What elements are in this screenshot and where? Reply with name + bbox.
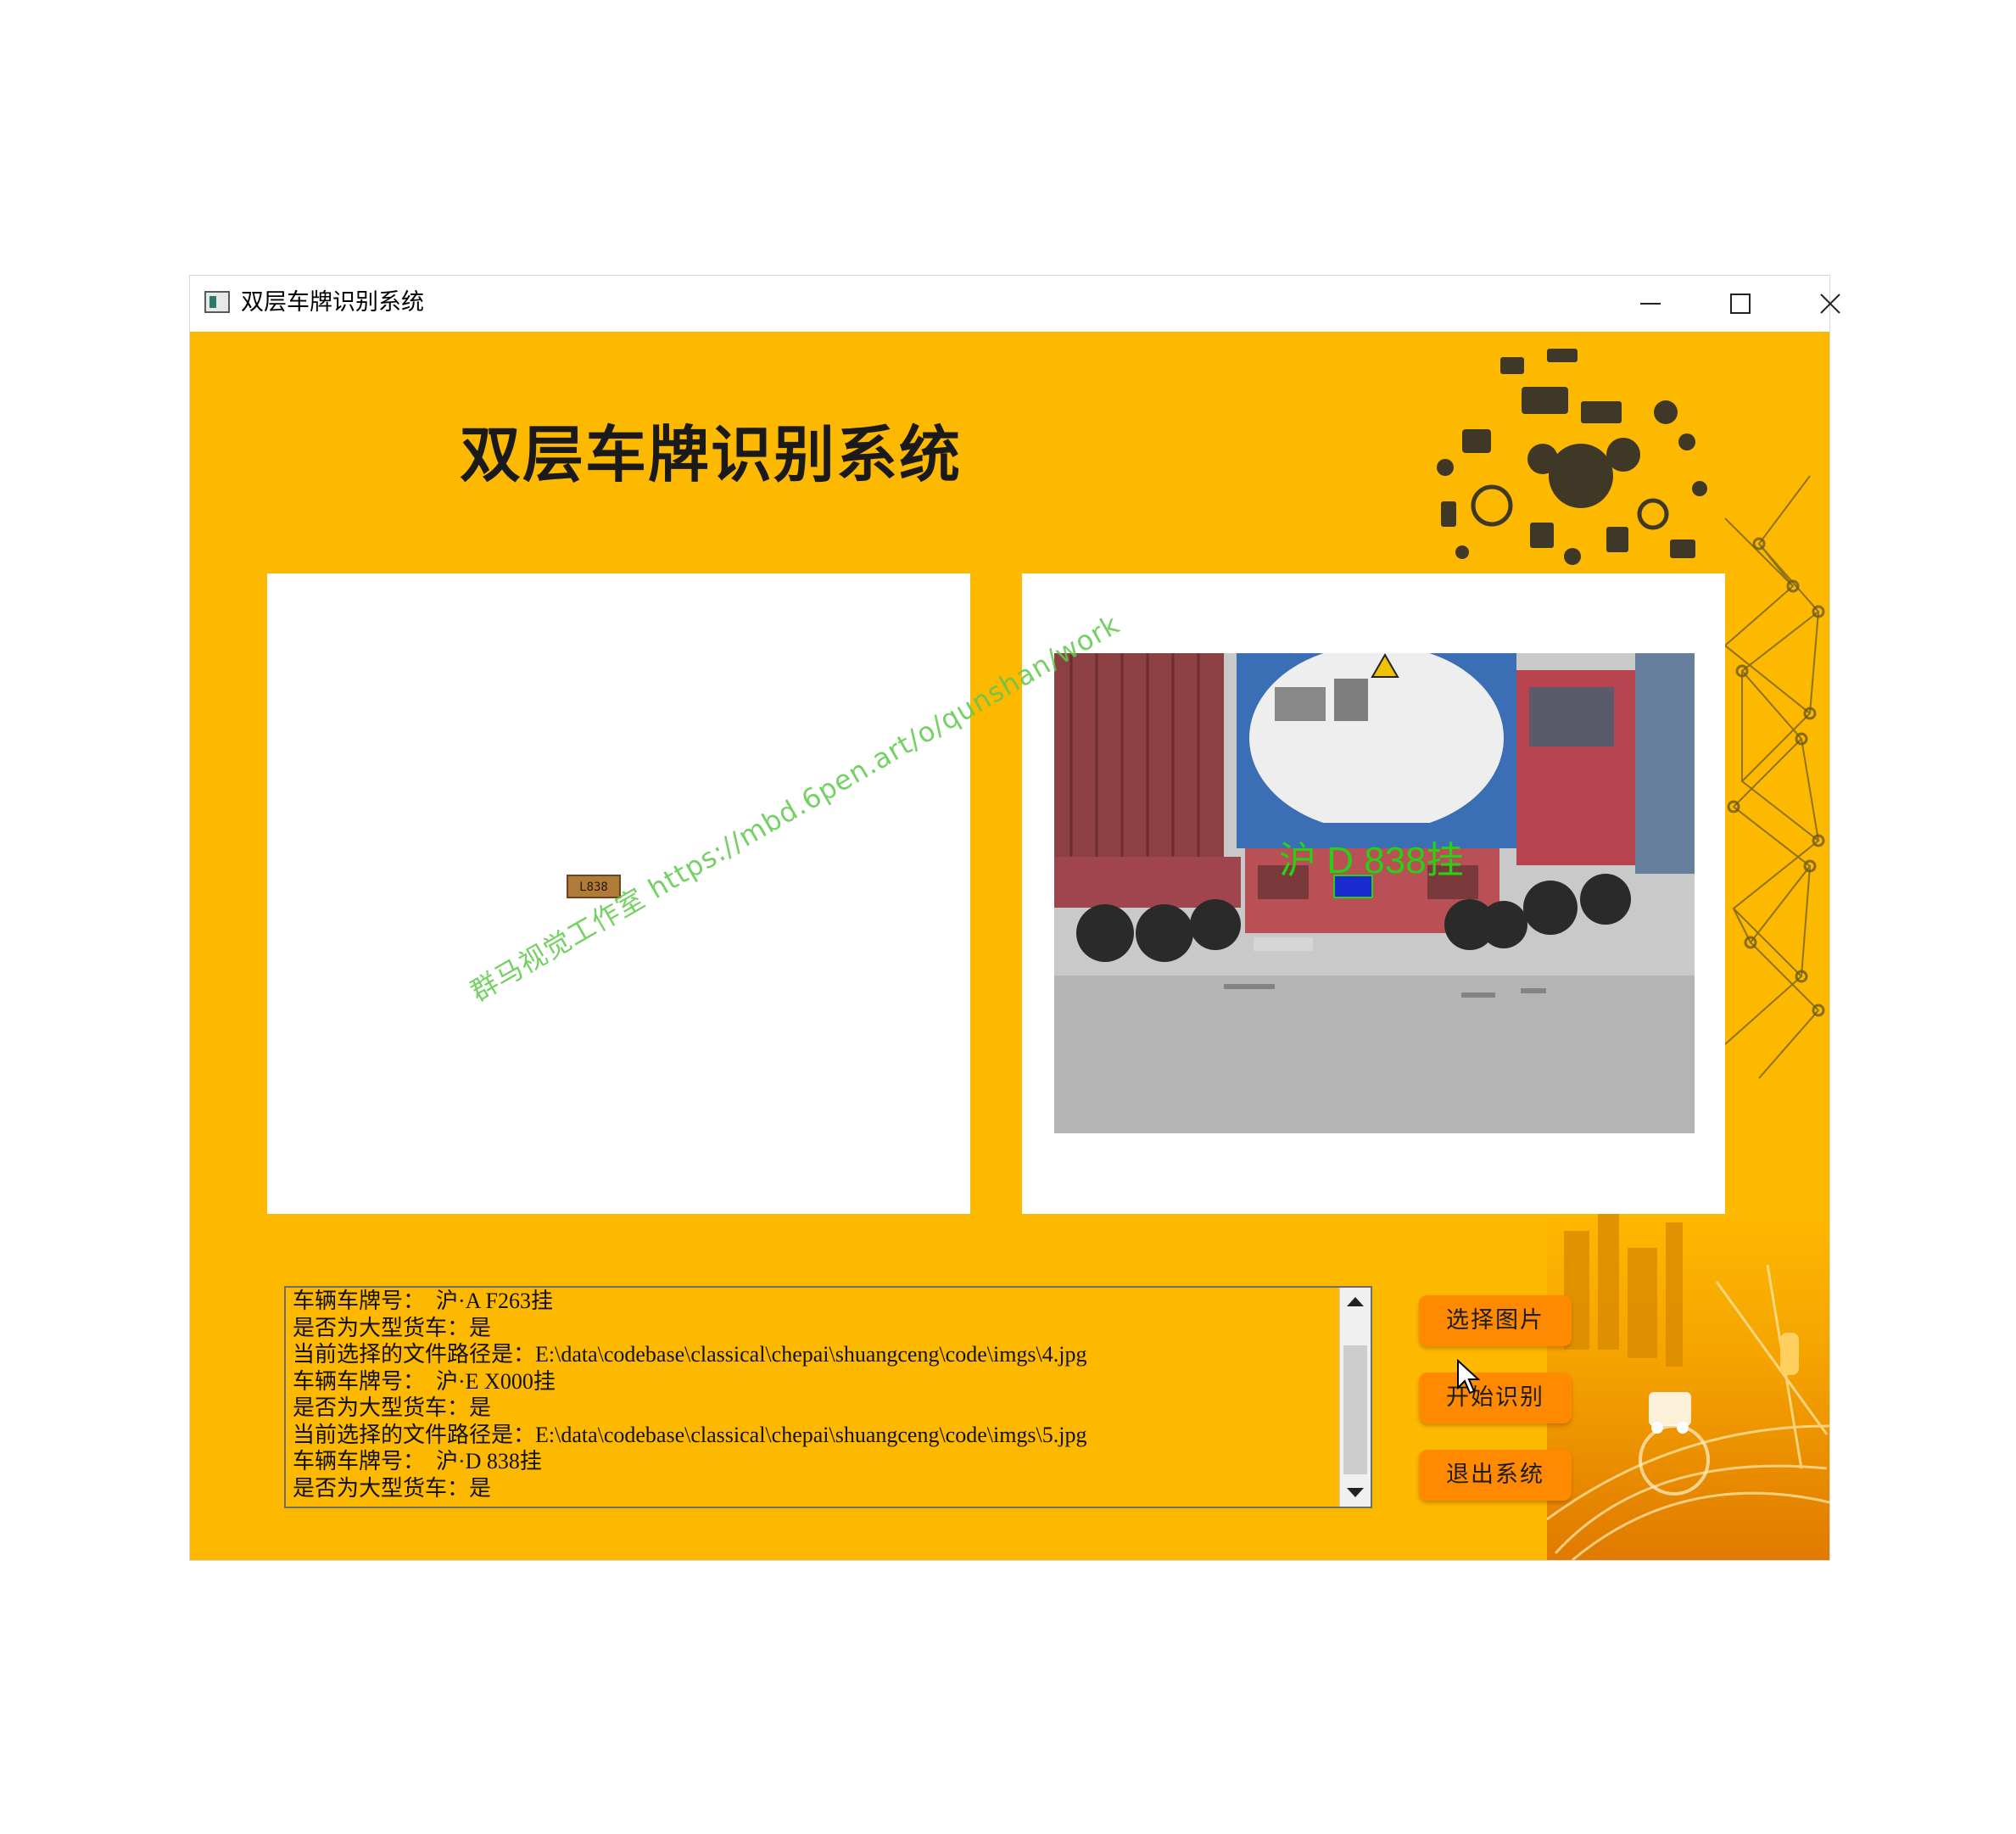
log-line: 是否为大型货车：是: [293, 1395, 492, 1420]
mouse-cursor-icon: [1457, 1359, 1480, 1395]
log-scrollbar[interactable]: [1339, 1288, 1371, 1507]
window-title: 双层车牌识别系统: [241, 289, 424, 316]
minimize-icon: [1640, 303, 1661, 305]
log-line: 当前选择的文件路径是：E:\data\codebase\classical\ch…: [293, 1422, 1087, 1447]
close-button[interactable]: [1785, 276, 1875, 332]
exit-system-button[interactable]: 退出系统: [1419, 1450, 1572, 1501]
log-textarea[interactable]: 车辆车牌号： 沪·A F263挂 是否为大型货车：是 当前选择的文件路径是：E:\d…: [284, 1286, 1372, 1508]
scroll-thumb[interactable]: [1343, 1345, 1367, 1474]
network-decoration: [1723, 475, 1825, 1079]
maximize-icon: [1730, 294, 1751, 314]
main-area: 双层车牌识别系统 L838 沪 D 838挂 车辆车牌号： 沪·A F263挂 …: [190, 332, 1829, 1560]
log-line: 车辆车牌号： 沪·E X000挂: [293, 1368, 556, 1394]
truck-photo: 沪 D 838挂: [1054, 653, 1695, 1133]
log-line: 车辆车牌号： 沪·D 838挂: [293, 1449, 542, 1473]
recognized-plate-overlay: 沪 D 838挂: [1279, 840, 1464, 881]
log-line: 当前选择的文件路径是：E:\data\codebase\classical\ch…: [293, 1342, 1087, 1367]
page-title: 双层车牌识别系统: [460, 419, 963, 490]
log-line: 是否为大型货车：是: [293, 1315, 492, 1340]
scroll-down-button[interactable]: [1340, 1478, 1371, 1507]
log-line: 是否为大型货车：是: [293, 1475, 492, 1501]
title-bar[interactable]: 双层车牌识别系统: [190, 276, 1840, 332]
log-content: 车辆车牌号： 沪·A F263挂 是否为大型货车：是 当前选择的文件路径是：E:\d…: [293, 1288, 1087, 1501]
city-decoration: [1546, 1214, 1829, 1560]
minimize-button[interactable]: [1606, 276, 1695, 332]
start-recognition-button[interactable]: 开始识别: [1419, 1373, 1572, 1423]
app-window: 双层车牌识别系统 双层车牌识别系统 L838 沪 D 838挂 车辆车牌号： 沪…: [190, 276, 1840, 1560]
select-image-button[interactable]: 选择图片: [1419, 1295, 1572, 1346]
arrow-up-icon: [1347, 1297, 1364, 1306]
detection-panel: 沪 D 838挂: [1022, 573, 1725, 1214]
app-icon: [204, 291, 230, 313]
scroll-up-button[interactable]: [1340, 1288, 1371, 1317]
close-icon: [1820, 294, 1840, 314]
arrow-down-icon: [1347, 1488, 1364, 1497]
maximize-button[interactable]: [1695, 276, 1785, 332]
log-line: 车辆车牌号： 沪·A F263挂: [293, 1289, 553, 1313]
